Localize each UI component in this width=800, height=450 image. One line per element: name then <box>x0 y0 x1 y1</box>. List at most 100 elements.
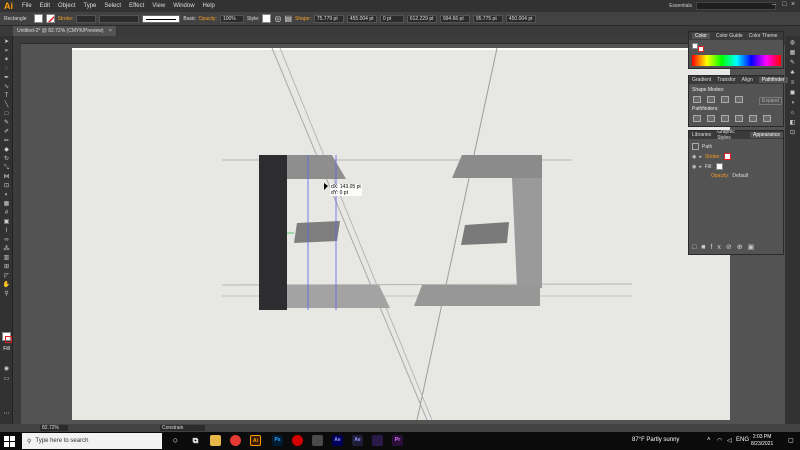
scale-tool-icon[interactable]: ⤡ <box>2 165 11 172</box>
after-effects-icon[interactable]: Ae <box>332 435 343 446</box>
edit-toolbar-icon[interactable]: ⋯ <box>2 411 11 418</box>
task-view-icon[interactable]: ⧉ <box>190 435 201 446</box>
crop-icon[interactable] <box>735 115 743 122</box>
tab-libraries[interactable]: Libraries <box>692 132 711 138</box>
symbols-panel-icon[interactable]: ♣ <box>788 70 797 77</box>
stroke-profile-preview[interactable] <box>142 14 181 23</box>
direct-selection-tool-icon[interactable]: ➢ <box>2 48 11 55</box>
outline-icon[interactable] <box>749 115 757 122</box>
screen-mode-icon[interactable]: ▭ <box>2 376 11 383</box>
rectangle-tool-icon[interactable]: □ <box>2 111 11 118</box>
opera-icon[interactable] <box>292 435 303 446</box>
curvature-tool-icon[interactable]: ∿ <box>2 84 11 91</box>
x-field[interactable]: 455.004 pt <box>346 14 377 23</box>
vertical-ruler[interactable] <box>13 36 21 424</box>
tab-gradient[interactable]: Gradient <box>692 77 711 83</box>
exclude-icon[interactable] <box>735 96 743 103</box>
mesh-tool-icon[interactable]: # <box>2 210 11 217</box>
layers-panel-icon[interactable]: ◧ <box>788 120 797 127</box>
color-spectrum[interactable] <box>692 55 781 66</box>
appearance-opacity-row[interactable]: Opacity: Default <box>711 173 748 179</box>
magic-wand-tool-icon[interactable]: ✶ <box>2 57 11 64</box>
appearance-footer-icons[interactable]: □■fx⊘⊕▣ <box>692 243 759 251</box>
menu-window[interactable]: Window <box>169 3 198 9</box>
network-icon[interactable]: ◠ <box>717 437 722 444</box>
gradient-tool-icon[interactable]: ▣ <box>2 219 11 226</box>
workspace-switcher[interactable]: Essentials <box>669 3 692 9</box>
tab-pathfinder[interactable]: Pathfinder <box>758 77 788 83</box>
rotate-tool-icon[interactable]: ↻ <box>2 156 11 163</box>
variable-width-field[interactable] <box>99 14 140 23</box>
pen-tool-icon[interactable]: ✒ <box>2 75 11 82</box>
perspective-grid-tool-icon[interactable]: ▦ <box>2 201 11 208</box>
appearance-fill-row[interactable]: ◉ ▸ Fill: <box>692 163 723 170</box>
blend-tool-icon[interactable]: ∞ <box>2 237 11 244</box>
symbol-sprayer-tool-icon[interactable]: ⁂ <box>2 246 11 253</box>
appearance-panel-icon[interactable]: ☼ <box>788 110 797 117</box>
maximize-icon[interactable]: □ <box>782 1 786 8</box>
selection-tool-icon[interactable]: ➤ <box>2 39 11 46</box>
stroke-attribute-label[interactable]: Stroke: <box>705 154 721 160</box>
color-panel-icon[interactable]: ◍ <box>788 40 797 47</box>
slice-tool-icon[interactable]: ◸ <box>2 273 11 280</box>
menu-edit[interactable]: Edit <box>36 3 54 9</box>
artboard-tool-icon[interactable]: ⊞ <box>2 264 11 271</box>
y-field[interactable]: 95.775 pt <box>472 14 503 23</box>
stroke-label[interactable]: Stroke: <box>58 16 74 22</box>
fill-swatch[interactable] <box>33 14 43 23</box>
tray-chevron-icon[interactable]: ˄ <box>707 437 711 443</box>
windows-start-icon[interactable] <box>4 436 15 447</box>
stock-search-input[interactable] <box>696 2 776 10</box>
shape-builder-tool-icon[interactable]: ◐ <box>2 192 11 199</box>
document-tab[interactable]: Untitled-2* @ 82.72% (CMYK/Preview) × <box>13 26 117 36</box>
taskbar-search-box[interactable]: ⚲ Type here to search <box>22 433 162 449</box>
status-tool-label[interactable]: Constrain <box>160 425 205 431</box>
menu-effect[interactable]: Effect <box>125 3 148 9</box>
stroke-profile-label[interactable]: Basic <box>183 16 195 22</box>
width-tool-icon[interactable]: ⋈ <box>2 174 11 181</box>
fill-attribute-swatch[interactable] <box>715 163 723 170</box>
weather-widget[interactable]: 87°F Partly sunny <box>632 437 679 443</box>
menu-help[interactable]: Help <box>199 3 219 9</box>
appearance-stroke-row[interactable]: ◉ ▸ Stroke: <box>692 153 731 160</box>
minus-front-icon[interactable] <box>707 96 715 103</box>
shape-label[interactable]: Shape: <box>295 16 311 22</box>
menu-object[interactable]: Object <box>54 3 79 9</box>
intersect-icon[interactable] <box>721 96 729 103</box>
transparency-panel-icon[interactable]: ◑ <box>788 100 797 107</box>
shaper-tool-icon[interactable]: ✐ <box>2 129 11 136</box>
tab-color-theme[interactable]: Color Theme <box>749 33 778 39</box>
menu-file[interactable]: File <box>18 3 36 9</box>
close-icon[interactable]: × <box>791 1 795 8</box>
minimize-icon[interactable]: – <box>772 1 776 8</box>
file-explorer-icon[interactable] <box>210 435 221 446</box>
menu-view[interactable]: View <box>148 3 169 9</box>
type-tool-icon[interactable]: T <box>2 93 11 100</box>
tab-transform[interactable]: Transfor <box>717 77 735 83</box>
taskbar-clock[interactable]: 2:03 PM 8/23/2021 <box>751 434 773 448</box>
y2-field[interactable]: 450.004 pt <box>505 14 536 23</box>
menu-select[interactable]: Select <box>100 3 125 9</box>
line-tool-icon[interactable]: ╲ <box>2 102 11 109</box>
premiere-pro-icon[interactable]: Pr <box>392 435 403 446</box>
swatches-panel-icon[interactable]: ▦ <box>788 50 797 57</box>
style-swatch[interactable] <box>262 14 272 23</box>
expand-button[interactable]: Expand <box>759 97 782 105</box>
media-app-icon[interactable] <box>372 435 383 446</box>
fill-attribute-label[interactable]: Fill: <box>705 164 713 170</box>
zoom-tool-icon[interactable]: ⚲ <box>2 291 11 298</box>
cortana-icon[interactable]: ○ <box>170 435 181 446</box>
tab-color[interactable]: Color <box>692 33 710 39</box>
volume-icon[interactable]: ◁ <box>727 437 732 444</box>
zoom-level-field[interactable]: 82.72% <box>40 425 68 431</box>
height-field[interactable]: 994.66 pt <box>439 14 470 23</box>
stroke-panel-icon[interactable]: ≡ <box>788 80 797 87</box>
x2-field[interactable]: 612.229 pt <box>406 14 437 23</box>
expand-triangle-icon[interactable]: ▸ <box>699 164 702 170</box>
visibility-eye-icon[interactable]: ◉ <box>692 164 696 170</box>
artboards-panel-icon[interactable]: ⊡ <box>788 130 797 137</box>
corner-field[interactable]: 0 pt <box>379 14 404 23</box>
free-transform-tool-icon[interactable]: ⊡ <box>2 183 11 190</box>
align-icon[interactable]: ▤ <box>284 14 292 23</box>
close-tab-icon[interactable]: × <box>109 28 112 34</box>
